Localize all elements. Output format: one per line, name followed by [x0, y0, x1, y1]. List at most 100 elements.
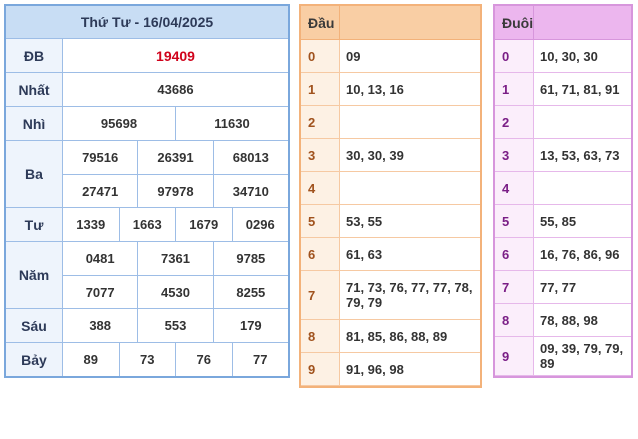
lottery-results-table: Thứ Tư - 16/04/2025 ĐB 19409 Nhất 43686 Nhì 9… — [4, 4, 290, 378]
dau-digit: 9 — [301, 353, 340, 385]
duoi-digit: 2 — [495, 106, 534, 138]
prize-number: 95698 — [63, 107, 176, 140]
dau-row: 2 — [301, 106, 480, 139]
prize-number: 0481 — [63, 242, 139, 275]
dau-row: 0 09 — [301, 40, 480, 73]
dau-row: 6 61, 63 — [301, 238, 480, 271]
dau-numbers — [340, 106, 480, 138]
prize-label: Năm — [6, 242, 63, 308]
prize-number: 79516 — [63, 141, 139, 174]
prize-number: 11630 — [214, 116, 250, 131]
prize-label: Bảy — [6, 343, 63, 376]
prize-label: Nhì — [6, 107, 63, 140]
prize-number: 68013 — [232, 150, 269, 165]
dau-numbers — [340, 172, 480, 204]
duoi-numbers: 10, 30, 30 — [540, 48, 598, 64]
prize-number: 1679 — [176, 208, 233, 241]
duoi-digit: 5 — [495, 205, 534, 237]
dau-digit: 0 — [301, 40, 340, 72]
prize-number: 7361 — [138, 242, 214, 275]
prize-number: 0296 — [245, 217, 275, 232]
prize-number: 89 — [63, 343, 120, 376]
prize-number: 43686 — [157, 82, 194, 97]
duoi-numbers — [534, 106, 631, 138]
duoi-numbers: 55, 85 — [540, 213, 577, 229]
prize-row: Nhì 95698 11630 — [6, 107, 288, 141]
dau-row: 4 — [301, 172, 480, 205]
duoi-numbers: 09, 39, 79, 79, 89 — [540, 341, 624, 371]
dau-header: Đầu — [301, 6, 480, 40]
results-title: Thứ Tư - 16/04/2025 — [6, 6, 288, 39]
dau-digit: 1 — [301, 73, 340, 105]
prize-number: 553 — [138, 309, 214, 342]
dau-numbers: 30, 30, 39 — [346, 147, 404, 163]
duoi-digit: 6 — [495, 238, 534, 270]
prize-number: 388 — [63, 309, 139, 342]
prize-number: 7077 — [63, 276, 139, 308]
duoi-body: 0 10, 30, 30 1 61, 71, 81, 91 2 3 13, 53, 63, … — [495, 40, 631, 376]
duoi-header-label: Đuôi — [495, 6, 534, 39]
duoi-numbers — [534, 172, 631, 204]
prize-number: 76 — [176, 343, 233, 376]
duoi-digit: 3 — [495, 139, 534, 171]
prize-row: Nhất 43686 — [6, 73, 288, 107]
dau-header-label: Đầu — [301, 6, 340, 39]
prize-number: 1663 — [120, 208, 176, 241]
duoi-digit: 4 — [495, 172, 534, 204]
dau-numbers: 61, 63 — [346, 246, 383, 262]
dau-row: 8 81, 85, 86, 88, 89 — [301, 320, 480, 353]
prize-label: ĐB — [6, 39, 63, 72]
duoi-row: 1 61, 71, 81, 91 — [495, 73, 631, 106]
duoi-header: Đuôi — [495, 6, 631, 40]
prize-number: 73 — [120, 343, 176, 376]
duoi-digit: 0 — [495, 40, 534, 72]
duoi-row: 6 16, 76, 86, 96 — [495, 238, 631, 271]
prize-number: 9785 — [236, 251, 266, 266]
prize-number: 97978 — [138, 175, 214, 207]
dau-digit: 4 — [301, 172, 340, 204]
prize-label: Sáu — [6, 309, 63, 342]
duoi-row: 9 09, 39, 79, 79, 89 — [495, 337, 631, 376]
duoi-table: Đuôi 0 10, 30, 30 1 61, 71, 81, 91 2 3 13, 53,… — [493, 4, 633, 378]
duoi-numbers: 61, 71, 81, 91 — [540, 81, 620, 97]
dau-numbers: 91, 96, 98 — [346, 361, 404, 377]
prize-number: 77 — [253, 352, 268, 367]
duoi-digit: 1 — [495, 73, 534, 105]
dau-digit: 6 — [301, 238, 340, 270]
prize-number: 179 — [239, 318, 262, 333]
dau-row: 9 91, 96, 98 — [301, 353, 480, 386]
dau-body: 0 09 1 10, 13, 16 2 3 30, 30, 39 4 5 53, 55 6 61, 6… — [301, 40, 480, 386]
prize-row: ĐB 19409 — [6, 39, 288, 73]
duoi-row: 0 10, 30, 30 — [495, 40, 631, 73]
duoi-numbers: 77, 77 — [540, 279, 577, 295]
dau-digit: 5 — [301, 205, 340, 237]
results-body: ĐB 19409 Nhất 43686 Nhì 95698 11630 Ba 79516 2639… — [6, 39, 288, 376]
dau-numbers: 09 — [346, 48, 361, 64]
dau-row: 1 10, 13, 16 — [301, 73, 480, 106]
prize-row: Năm 0481 7361 9785 7077 4530 8255 — [6, 242, 288, 309]
duoi-digit: 7 — [495, 271, 534, 303]
duoi-numbers: 16, 76, 86, 96 — [540, 246, 620, 262]
prize-number: 4530 — [138, 276, 214, 308]
duoi-row: 3 13, 53, 63, 73 — [495, 139, 631, 172]
duoi-numbers: 13, 53, 63, 73 — [540, 147, 620, 163]
dau-digit: 3 — [301, 139, 340, 171]
dau-digit: 8 — [301, 320, 340, 352]
prize-row: Sáu 388 553 179 — [6, 309, 288, 343]
prize-number: 34710 — [232, 183, 269, 199]
prize-number: 1339 — [63, 208, 120, 241]
prize-row: Tư 1339 1663 1679 0296 — [6, 208, 288, 242]
dau-table: Đầu 0 09 1 10, 13, 16 2 3 30, 30, 39 4 5 53, 55 6 6… — [299, 4, 482, 388]
prize-label: Tư — [6, 208, 63, 241]
dau-row: 7 71, 73, 76, 77, 77, 78, 79, 79 — [301, 271, 480, 320]
dau-numbers: 53, 55 — [346, 213, 383, 229]
prize-row: Ba 79516 26391 68013 27471 97978 34710 — [6, 141, 288, 208]
dau-digit: 7 — [301, 271, 340, 319]
prize-number: 26391 — [138, 141, 214, 174]
duoi-row: 4 — [495, 172, 631, 205]
dau-numbers: 10, 13, 16 — [346, 81, 404, 97]
duoi-numbers: 78, 88, 98 — [540, 312, 598, 328]
dau-row: 3 30, 30, 39 — [301, 139, 480, 172]
duoi-row: 5 55, 85 — [495, 205, 631, 238]
dau-numbers: 81, 85, 86, 88, 89 — [346, 328, 448, 344]
